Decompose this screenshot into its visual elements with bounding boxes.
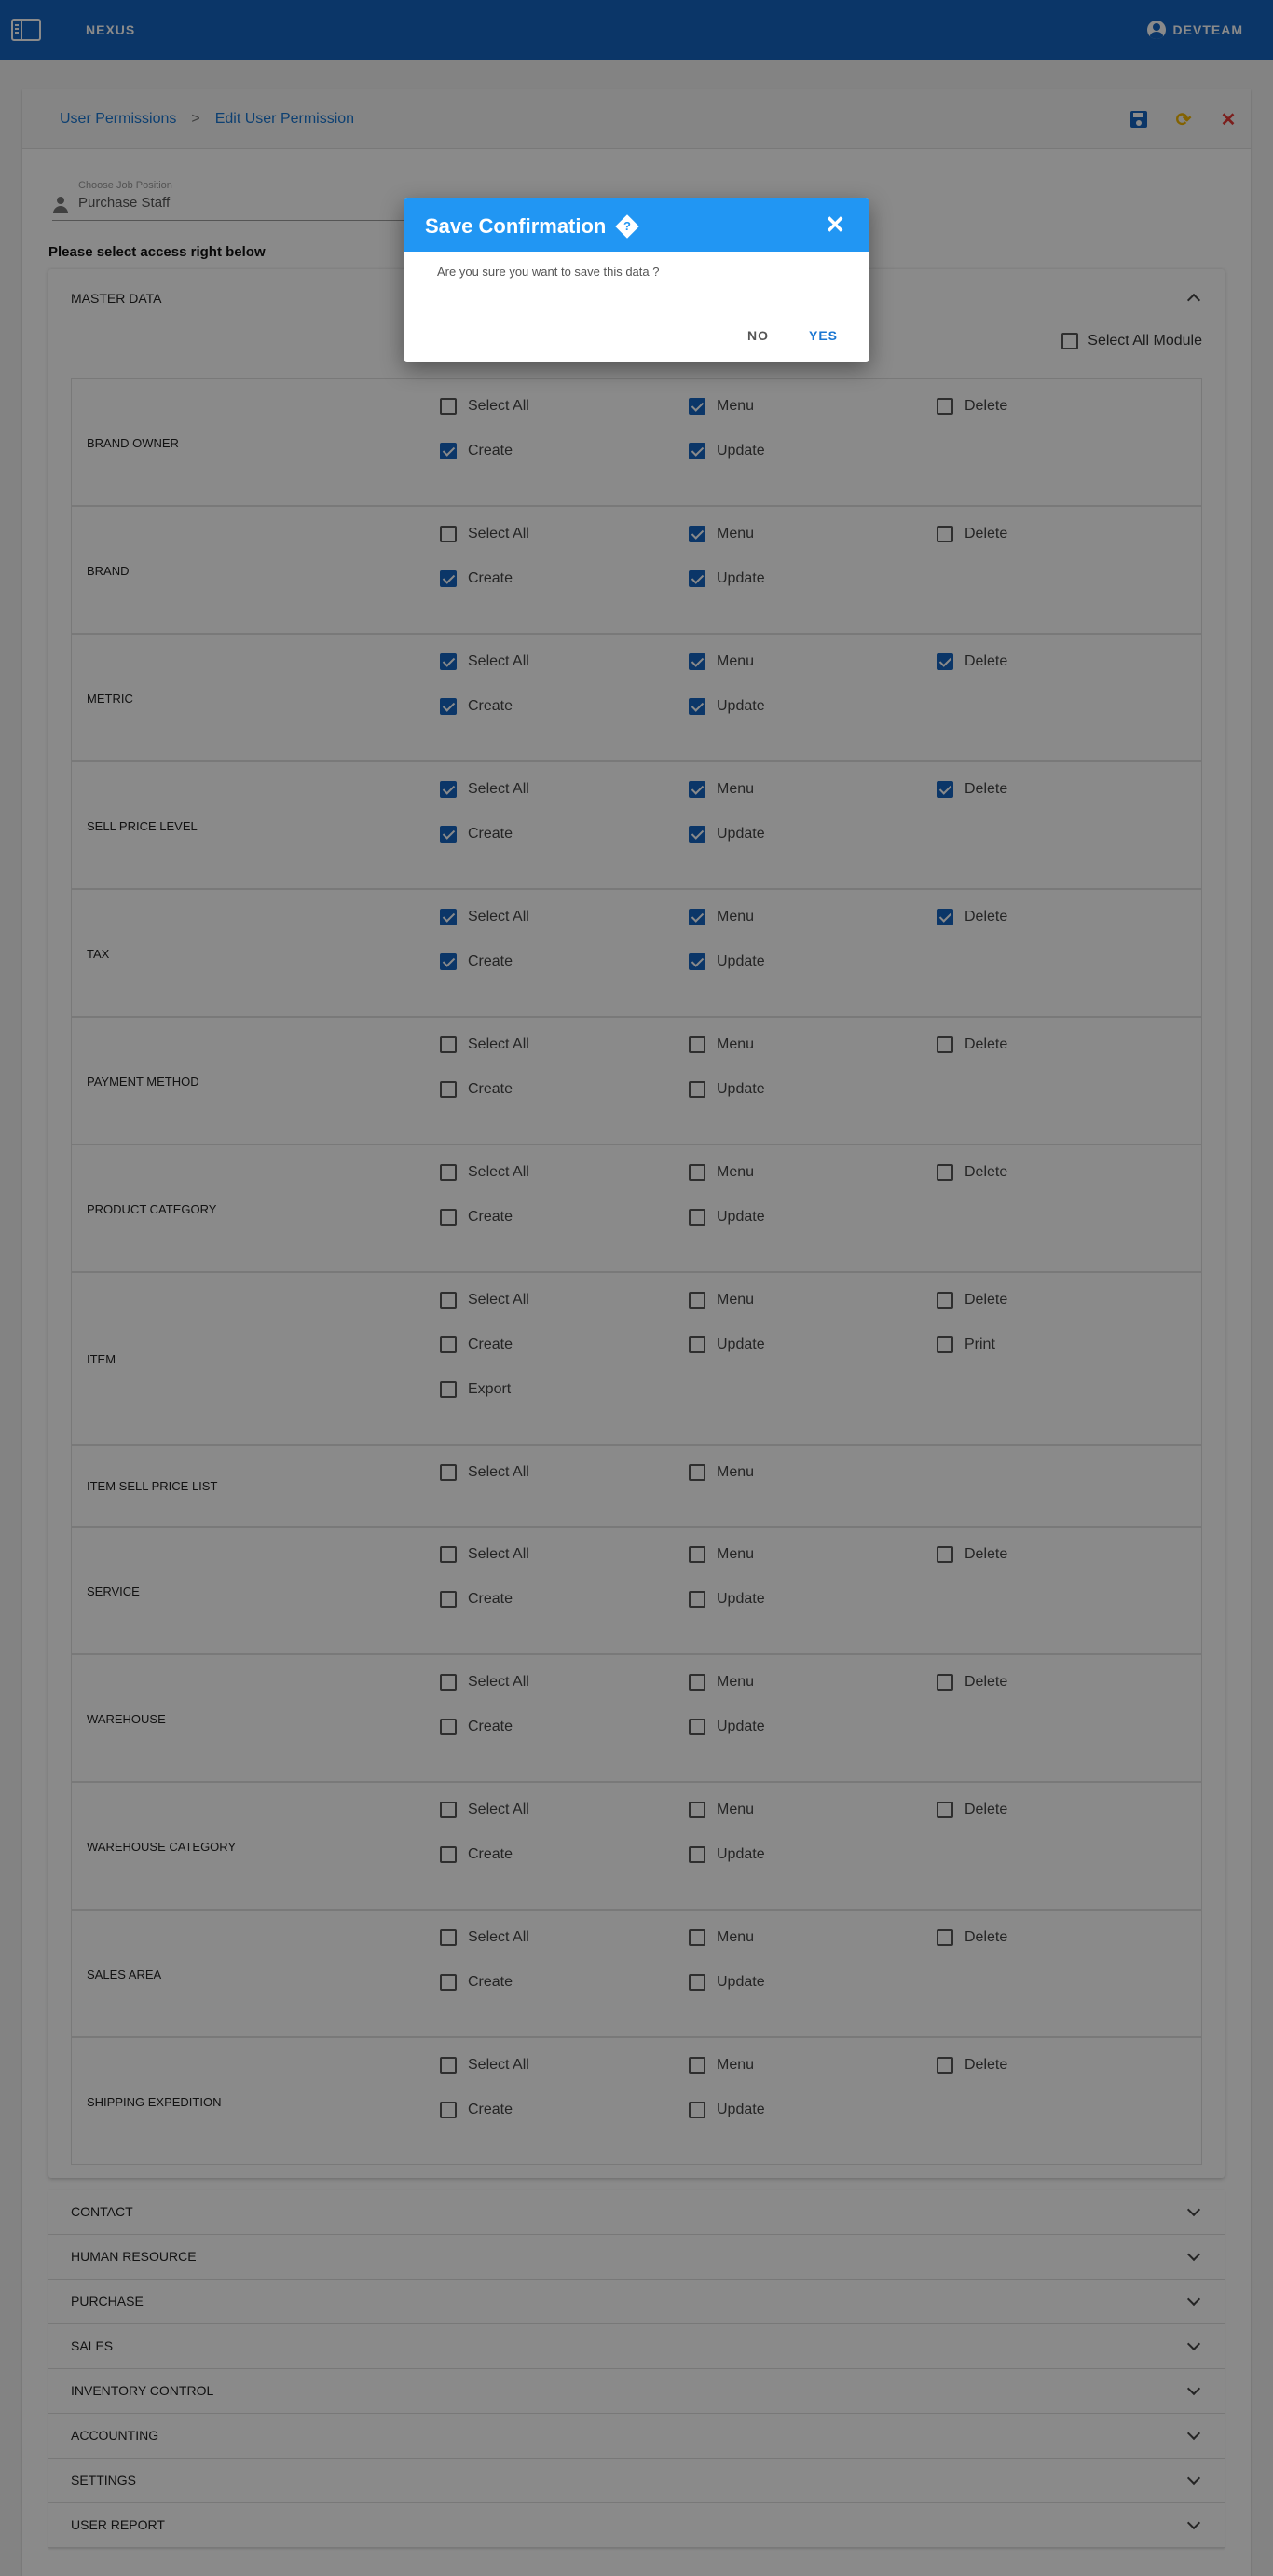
dialog-title-wrap: Save Confirmation ? [425, 214, 640, 239]
help-diamond-icon: ? [615, 214, 640, 239]
dialog-title: Save Confirmation [425, 214, 607, 238]
dialog-header: Save Confirmation ? ✕ [404, 198, 869, 252]
dialog-no-button[interactable]: NO [747, 328, 769, 343]
modal-overlay[interactable] [0, 0, 1273, 2576]
save-confirmation-dialog: Save Confirmation ? ✕ Are you sure you w… [404, 198, 869, 362]
dialog-close-icon[interactable]: ✕ [825, 211, 845, 240]
dialog-message: Are you sure you want to save this data … [437, 265, 660, 279]
dialog-yes-button[interactable]: YES [809, 328, 838, 343]
